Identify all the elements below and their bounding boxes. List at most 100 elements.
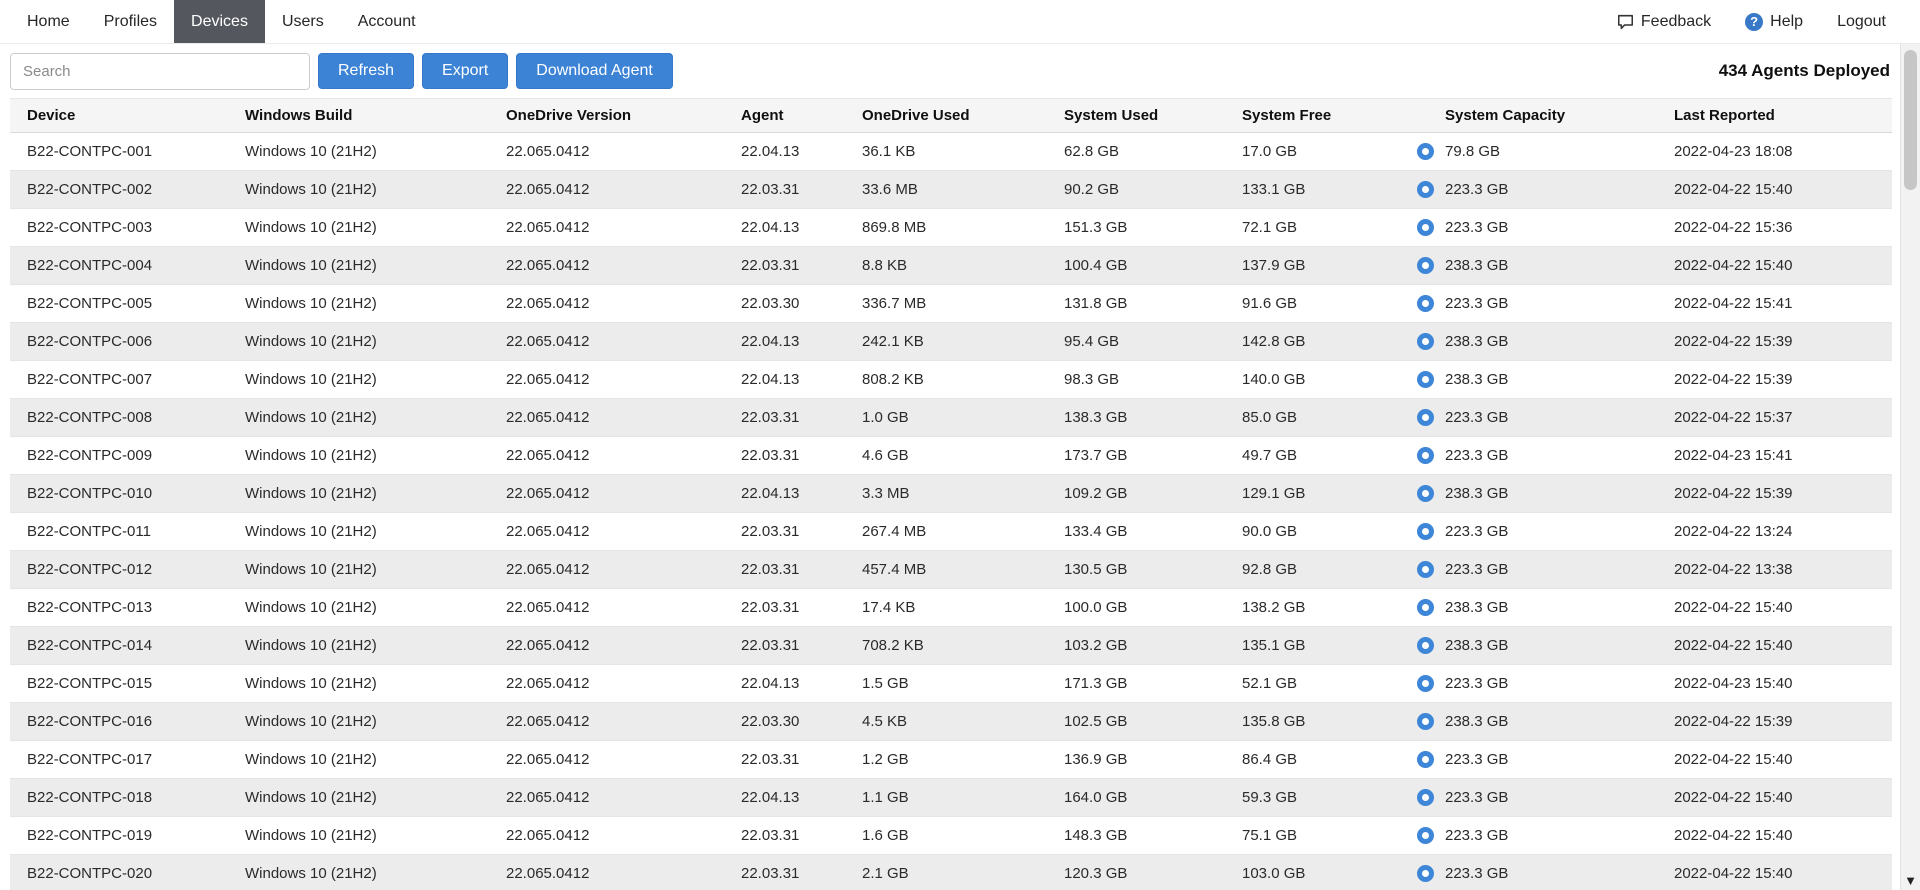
cell-system-used: 173.7 GB	[1047, 437, 1225, 475]
donut-ring-icon	[1417, 789, 1434, 806]
table-row[interactable]: B22-CONTPC-006Windows 10 (21H2)22.065.04…	[10, 323, 1892, 361]
col-header-device[interactable]: Device	[10, 99, 228, 133]
col-header-system-free[interactable]: System Free	[1225, 99, 1400, 133]
col-header-agent[interactable]: Agent	[724, 99, 845, 133]
cell-system-free: 86.4 GB	[1225, 741, 1400, 779]
help-link[interactable]: ? Help	[1745, 13, 1803, 31]
cell-system-used: 103.2 GB	[1047, 627, 1225, 665]
cell-system-free: 140.0 GB	[1225, 361, 1400, 399]
cell-system-free: 135.1 GB	[1225, 627, 1400, 665]
export-button[interactable]: Export	[422, 53, 508, 89]
feedback-link[interactable]: Feedback	[1617, 13, 1711, 31]
cell-onedrive-used: 457.4 MB	[845, 551, 1047, 589]
nav-item-profiles[interactable]: Profiles	[87, 0, 174, 43]
col-header-onedrive-used[interactable]: OneDrive Used	[845, 99, 1047, 133]
table-row[interactable]: B22-CONTPC-007Windows 10 (21H2)22.065.04…	[10, 361, 1892, 399]
nav-item-home[interactable]: Home	[10, 0, 87, 43]
cell-device: B22-CONTPC-015	[10, 665, 228, 703]
table-row[interactable]: B22-CONTPC-008Windows 10 (21H2)22.065.04…	[10, 399, 1892, 437]
cell-windows-build: Windows 10 (21H2)	[228, 209, 489, 247]
donut-ring-icon	[1417, 599, 1434, 616]
nav-item-account[interactable]: Account	[341, 0, 433, 43]
cell-last-reported: 2022-04-22 15:40	[1657, 779, 1892, 817]
col-header-last-reported[interactable]: Last Reported	[1657, 99, 1892, 133]
cell-agent: 22.03.31	[724, 513, 845, 551]
cell-system-capacity: 238.3 GB	[1400, 703, 1657, 741]
table-row[interactable]: B22-CONTPC-011Windows 10 (21H2)22.065.04…	[10, 513, 1892, 551]
scrollbar-thumb[interactable]	[1904, 50, 1917, 190]
cell-system-used: 151.3 GB	[1047, 209, 1225, 247]
cell-system-used: 98.3 GB	[1047, 361, 1225, 399]
cell-onedrive-version: 22.065.0412	[489, 437, 724, 475]
table-row[interactable]: B22-CONTPC-016Windows 10 (21H2)22.065.04…	[10, 703, 1892, 741]
donut-ring-icon	[1417, 827, 1434, 844]
table-row[interactable]: B22-CONTPC-002Windows 10 (21H2)22.065.04…	[10, 171, 1892, 209]
table-row[interactable]: B22-CONTPC-014Windows 10 (21H2)22.065.04…	[10, 627, 1892, 665]
cell-onedrive-version: 22.065.0412	[489, 855, 724, 890]
cell-last-reported: 2022-04-22 15:39	[1657, 703, 1892, 741]
cell-agent: 22.03.30	[724, 703, 845, 741]
capacity-value: 223.3 GB	[1445, 751, 1508, 768]
table-row[interactable]: B22-CONTPC-009Windows 10 (21H2)22.065.04…	[10, 437, 1892, 475]
table-row[interactable]: B22-CONTPC-010Windows 10 (21H2)22.065.04…	[10, 475, 1892, 513]
search-input[interactable]	[10, 53, 310, 90]
col-header-windows-build[interactable]: Windows Build	[228, 99, 489, 133]
cell-device: B22-CONTPC-001	[10, 133, 228, 171]
nav-item-devices[interactable]: Devices	[174, 0, 265, 43]
cell-system-free: 133.1 GB	[1225, 171, 1400, 209]
table-row[interactable]: B22-CONTPC-005Windows 10 (21H2)22.065.04…	[10, 285, 1892, 323]
download-agent-button[interactable]: Download Agent	[516, 53, 673, 89]
table-row[interactable]: B22-CONTPC-001Windows 10 (21H2)22.065.04…	[10, 133, 1892, 171]
table-row[interactable]: B22-CONTPC-018Windows 10 (21H2)22.065.04…	[10, 779, 1892, 817]
table-row[interactable]: B22-CONTPC-015Windows 10 (21H2)22.065.04…	[10, 665, 1892, 703]
cell-system-used: 120.3 GB	[1047, 855, 1225, 890]
cell-onedrive-version: 22.065.0412	[489, 247, 724, 285]
vertical-scrollbar[interactable]: ▼	[1900, 44, 1920, 890]
cell-system-capacity: 223.3 GB	[1400, 665, 1657, 703]
cell-system-used: 138.3 GB	[1047, 399, 1225, 437]
capacity-value: 223.3 GB	[1445, 561, 1508, 578]
cell-windows-build: Windows 10 (21H2)	[228, 285, 489, 323]
cell-device: B22-CONTPC-016	[10, 703, 228, 741]
col-header-system-capacity[interactable]: System Capacity	[1400, 99, 1657, 133]
cell-agent: 22.03.31	[724, 399, 845, 437]
table-row[interactable]: B22-CONTPC-013Windows 10 (21H2)22.065.04…	[10, 589, 1892, 627]
capacity-value: 223.3 GB	[1445, 409, 1508, 426]
table-row[interactable]: B22-CONTPC-003Windows 10 (21H2)22.065.04…	[10, 209, 1892, 247]
table-row[interactable]: B22-CONTPC-020Windows 10 (21H2)22.065.04…	[10, 855, 1892, 890]
cell-agent: 22.03.31	[724, 741, 845, 779]
table-row[interactable]: B22-CONTPC-019Windows 10 (21H2)22.065.04…	[10, 817, 1892, 855]
cell-last-reported: 2022-04-22 15:40	[1657, 247, 1892, 285]
cell-system-capacity: 223.3 GB	[1400, 741, 1657, 779]
cell-system-free: 85.0 GB	[1225, 399, 1400, 437]
nav-item-users[interactable]: Users	[265, 0, 341, 43]
cell-agent: 22.03.31	[724, 551, 845, 589]
cell-agent: 22.03.31	[724, 171, 845, 209]
cell-windows-build: Windows 10 (21H2)	[228, 855, 489, 890]
table-row[interactable]: B22-CONTPC-017Windows 10 (21H2)22.065.04…	[10, 741, 1892, 779]
cell-onedrive-version: 22.065.0412	[489, 665, 724, 703]
donut-ring-icon	[1417, 295, 1434, 312]
cell-onedrive-version: 22.065.0412	[489, 741, 724, 779]
cell-system-used: 102.5 GB	[1047, 703, 1225, 741]
cell-onedrive-used: 708.2 KB	[845, 627, 1047, 665]
cell-agent: 22.03.30	[724, 285, 845, 323]
question-circle-icon: ?	[1745, 13, 1763, 31]
cell-system-capacity: 79.8 GB	[1400, 133, 1657, 171]
table-row[interactable]: B22-CONTPC-012Windows 10 (21H2)22.065.04…	[10, 551, 1892, 589]
cell-system-free: 72.1 GB	[1225, 209, 1400, 247]
cell-system-free: 90.0 GB	[1225, 513, 1400, 551]
logout-link[interactable]: Logout	[1837, 13, 1886, 31]
col-header-onedrive-version[interactable]: OneDrive Version	[489, 99, 724, 133]
cell-windows-build: Windows 10 (21H2)	[228, 247, 489, 285]
cell-onedrive-used: 1.6 GB	[845, 817, 1047, 855]
cell-system-free: 92.8 GB	[1225, 551, 1400, 589]
refresh-button[interactable]: Refresh	[318, 53, 414, 89]
cell-onedrive-version: 22.065.0412	[489, 627, 724, 665]
cell-windows-build: Windows 10 (21H2)	[228, 475, 489, 513]
col-header-system-used[interactable]: System Used	[1047, 99, 1225, 133]
table-row[interactable]: B22-CONTPC-004Windows 10 (21H2)22.065.04…	[10, 247, 1892, 285]
cell-onedrive-version: 22.065.0412	[489, 285, 724, 323]
scrollbar-down-arrow-icon[interactable]: ▼	[1901, 873, 1920, 888]
cell-system-capacity: 238.3 GB	[1400, 589, 1657, 627]
